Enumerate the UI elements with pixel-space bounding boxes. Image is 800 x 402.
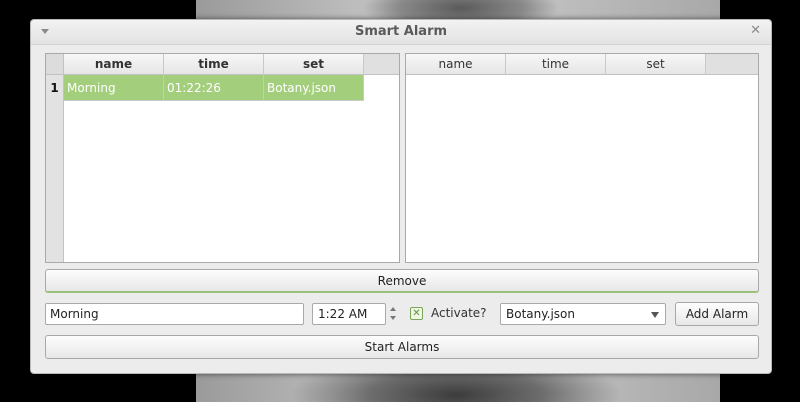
smart-alarm-window: Smart Alarm ✕ name time set 1 Morning 01… [30,19,772,374]
alarm-table[interactable]: name time set 1 Morning 01:22:26 Botany.… [45,53,400,263]
window-title: Smart Alarm [354,24,448,39]
column-header-name[interactable]: name [406,54,506,75]
start-alarms-button[interactable]: Start Alarms [45,335,759,359]
table-row[interactable]: 1 Morning 01:22:26 Botany.json [46,75,364,101]
header-filler [706,54,758,75]
table-header: name time set [64,54,364,75]
time-spinner[interactable] [387,303,399,325]
column-header-name[interactable]: name [64,54,164,75]
column-header-set[interactable]: set [264,54,364,75]
row-number[interactable]: 1 [46,75,64,101]
cell-name[interactable]: Morning [64,75,164,101]
title-bar: Smart Alarm ✕ [31,20,771,45]
active-alarm-table[interactable]: name time set [405,53,759,263]
remove-button[interactable]: Remove [45,269,759,293]
cell-time[interactable]: 01:22:26 [164,75,264,101]
spin-up-icon[interactable] [390,307,396,311]
row-header-column [46,75,64,262]
table-header: name time set [406,54,706,75]
cell-set[interactable]: Botany.json [264,75,364,101]
add-alarm-button[interactable]: Add Alarm [675,302,759,326]
header-filler [364,54,399,75]
column-header-time[interactable]: time [506,54,606,75]
activate-label: Activate? [431,306,487,320]
set-dropdown[interactable]: Botany.json [500,303,666,325]
activate-checkbox[interactable]: ✕ [410,307,423,320]
chevron-down-icon [651,312,659,318]
alarm-time-input[interactable]: 1:22 AM [312,303,386,325]
spin-down-icon[interactable] [390,316,396,320]
set-dropdown-value: Botany.json [506,307,575,321]
close-icon[interactable]: ✕ [750,23,761,38]
alarm-name-input[interactable]: Morning [45,303,304,325]
table-corner[interactable] [46,54,64,75]
column-header-time[interactable]: time [164,54,264,75]
column-header-set[interactable]: set [606,54,706,75]
